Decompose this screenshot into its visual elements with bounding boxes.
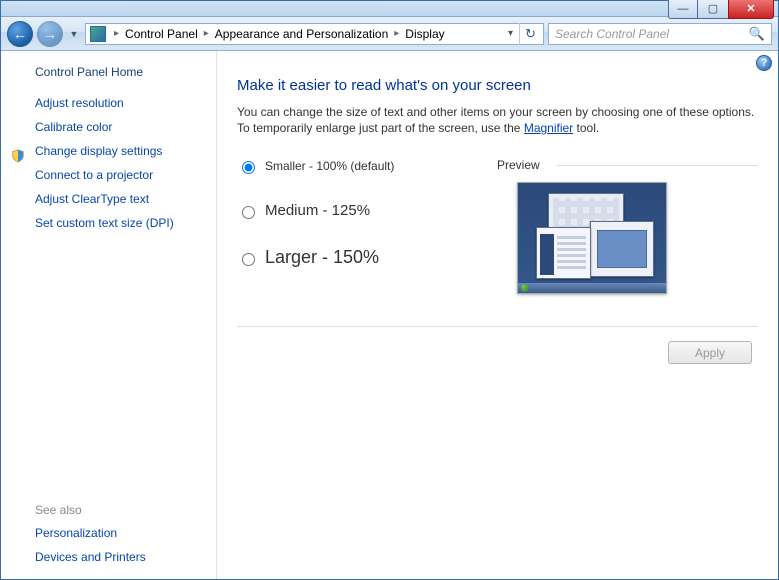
separator [237,326,758,327]
search-placeholder: Search Control Panel [555,27,669,41]
preview-window-icon [536,227,591,279]
refresh-button[interactable]: ↻ [519,23,541,45]
preview-window-icon [590,221,654,277]
option-medium[interactable]: Medium - 125% [237,202,497,219]
preview-image [517,182,667,294]
sidebar-link-connect-projector[interactable]: Connect to a projector [35,168,202,182]
forward-button[interactable]: → [37,21,63,47]
option-smaller[interactable]: Smaller - 100% (default) [237,158,497,174]
breadcrumb-item[interactable]: Display [403,27,446,41]
sidebar-link-adjust-resolution[interactable]: Adjust resolution [35,96,202,110]
search-input[interactable]: Search Control Panel 🔍 [548,23,772,45]
size-options: Smaller - 100% (default) Medium - 125% L… [237,158,497,296]
main-content: ? Make it easier to read what's on your … [216,51,778,579]
help-button[interactable]: ? [756,55,772,71]
page-title: Make it easier to read what's on your sc… [237,77,758,94]
back-button[interactable]: ← [7,21,33,47]
preview-area: Preview [497,158,758,296]
minimize-button[interactable]: — [668,0,698,19]
see-also-devices-printers[interactable]: Devices and Printers [35,550,202,564]
radio-medium[interactable] [242,206,255,219]
see-also-personalization[interactable]: Personalization [35,526,202,540]
breadcrumb-sep: ▸ [110,28,123,39]
titlebar: — ▢ ✕ [1,1,778,17]
see-also-heading: See also [35,503,202,517]
sidebar-link-adjust-cleartype[interactable]: Adjust ClearType text [35,192,202,206]
radio-smaller[interactable] [242,161,255,174]
shield-icon [11,149,25,163]
breadcrumb-sep: ▸ [390,28,403,39]
content-body: Control Panel Home Adjust resolution Cal… [1,51,778,579]
description-text-2: tool. [573,121,599,135]
maximize-button[interactable]: ▢ [698,0,728,19]
option-larger[interactable]: Larger - 150% [237,247,497,268]
magnifier-link[interactable]: Magnifier [524,121,573,135]
control-panel-icon [90,26,106,42]
breadcrumb-sep: ▸ [200,28,213,39]
sidebar-link-set-dpi[interactable]: Set custom text size (DPI) [35,216,202,230]
preview-taskbar-icon [518,283,666,293]
breadcrumb-item[interactable]: Appearance and Personalization [213,27,390,41]
navigation-bar: ← → ▼ ▸ Control Panel ▸ Appearance and P… [1,17,778,51]
option-label: Medium - 125% [265,202,370,219]
option-label: Larger - 150% [265,247,379,268]
address-dropdown[interactable]: ▾ [502,28,519,39]
description-text: You can change the size of text and othe… [237,105,754,135]
address-bar[interactable]: ▸ Control Panel ▸ Appearance and Persona… [85,23,544,45]
search-icon: 🔍 [749,26,765,42]
breadcrumb-item[interactable]: Control Panel [123,27,200,41]
history-dropdown[interactable]: ▼ [67,23,81,45]
close-button[interactable]: ✕ [728,0,774,19]
control-panel-home-link[interactable]: Control Panel Home [35,65,202,79]
page-description: You can change the size of text and othe… [237,104,758,136]
window-controls: — ▢ ✕ [668,0,774,19]
radio-larger[interactable] [242,253,255,266]
sidebar-link-change-display-settings[interactable]: Change display settings [35,144,202,158]
option-label: Smaller - 100% (default) [265,159,394,173]
sidebar-link-calibrate-color[interactable]: Calibrate color [35,120,202,134]
preview-label: Preview [497,158,758,172]
sidebar: Control Panel Home Adjust resolution Cal… [1,51,216,579]
apply-button[interactable]: Apply [668,341,752,364]
